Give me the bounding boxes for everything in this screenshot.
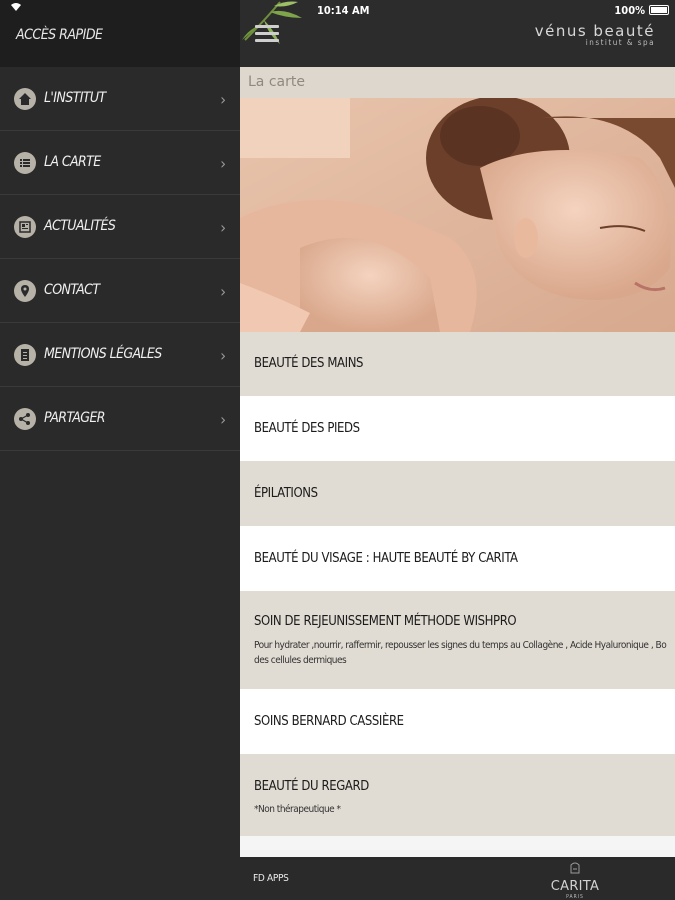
carita-city: PARIS	[566, 894, 584, 900]
brand-logo: vénus beauté institut & spa	[535, 22, 655, 47]
battery-icon	[649, 5, 669, 15]
menu-list: BEAUTÉ DES MAINS BEAUTÉ DES PIEDS ÉPILAT…	[240, 332, 675, 836]
home-icon	[14, 88, 36, 110]
drawer-item-partager[interactable]: PARTAGER ›	[0, 387, 240, 451]
drawer-list: L'INSTITUT › LA CARTE › ACTUALITÉS › CON…	[0, 67, 240, 451]
breadcrumb: La carte	[248, 74, 305, 90]
battery-percent: 100%	[614, 4, 645, 17]
main-panel: vénus beauté institut & spa La carte BEA…	[240, 0, 675, 900]
drawer-item-label: MENTIONS LÉGALES	[44, 346, 162, 362]
menu-item-title: BEAUTÉ DES MAINS	[254, 356, 364, 371]
menu-item-beaute-du-regard[interactable]: BEAUTÉ DU REGARD *Non thérapeutique *	[240, 754, 675, 836]
menu-item-description: des cellules dermiques	[254, 655, 347, 666]
fd-apps-link[interactable]: FD APPS	[253, 873, 289, 884]
menu-item-wishpro[interactable]: SOIN DE REJEUNISSEMENT MÉTHODE WISHPRO P…	[240, 591, 675, 689]
menu-item-title: BEAUTÉ DU VISAGE : HAUTE BEAUTÉ BY CARIT…	[254, 551, 518, 566]
wifi-icon	[10, 2, 22, 15]
drawer-item-label: ACTUALITÉS	[44, 218, 116, 234]
menu-item-beaute-des-pieds[interactable]: BEAUTÉ DES PIEDS	[240, 396, 675, 461]
chevron-right-icon: ›	[220, 154, 226, 173]
drawer-item-mentions-legales[interactable]: MENTIONS LÉGALES ›	[0, 323, 240, 387]
share-icon	[14, 408, 36, 430]
menu-item-description: Pour hydrater ,nourrir, raffermir, repou…	[254, 640, 667, 651]
news-icon	[14, 216, 36, 238]
menu-item-title: ÉPILATIONS	[254, 486, 318, 501]
chevron-right-icon: ›	[220, 282, 226, 301]
carita-logo[interactable]: CARITA PARIS	[540, 859, 610, 900]
menu-item-bernard-cassiere[interactable]: SOINS BERNARD CASSIÈRE	[240, 689, 675, 754]
menu-item-title: SOINS BERNARD CASSIÈRE	[254, 714, 404, 729]
drawer-item-label: LA CARTE	[44, 154, 101, 170]
drawer-item-label: CONTACT	[44, 282, 100, 298]
chevron-right-icon: ›	[220, 90, 226, 109]
menu-item-description: *Non thérapeutique *	[254, 804, 341, 815]
drawer-item-contact[interactable]: CONTACT ›	[0, 259, 240, 323]
menu-item-title: BEAUTÉ DES PIEDS	[254, 421, 360, 436]
status-time: 10:14 AM	[317, 4, 370, 17]
chevron-right-icon: ›	[220, 346, 226, 365]
drawer-title: ACCÈS RAPIDE	[16, 27, 103, 43]
carita-name: CARITA	[550, 879, 600, 894]
list-icon	[14, 152, 36, 174]
drawer-item-actualites[interactable]: ACTUALITÉS ›	[0, 195, 240, 259]
menu-item-title: BEAUTÉ DU REGARD	[254, 779, 369, 794]
drawer-item-institut[interactable]: L'INSTITUT ›	[0, 67, 240, 131]
drawer-item-label: L'INSTITUT	[44, 90, 106, 106]
breadcrumb-bar: La carte	[240, 67, 675, 98]
drawer-item-la-carte[interactable]: LA CARTE ›	[0, 131, 240, 195]
drawer-item-label: PARTAGER	[44, 410, 106, 426]
chevron-right-icon: ›	[220, 410, 226, 429]
menu-toggle-button[interactable]	[255, 25, 279, 45]
document-icon	[14, 344, 36, 366]
location-pin-icon	[14, 280, 36, 302]
menu-item-beaute-des-mains[interactable]: BEAUTÉ DES MAINS	[240, 332, 675, 396]
status-bar: 10:14 AM 100%	[0, 0, 675, 20]
bottom-bar: FD APPS CARITA PARIS	[240, 857, 675, 900]
menu-item-title: SOIN DE REJEUNISSEMENT MÉTHODE WISHPRO	[254, 614, 517, 629]
menu-item-epilations[interactable]: ÉPILATIONS	[240, 461, 675, 526]
navigation-drawer: ACCÈS RAPIDE L'INSTITUT › LA CARTE › ACT…	[0, 0, 240, 900]
hero-image	[240, 98, 675, 332]
menu-item-beaute-du-visage[interactable]: BEAUTÉ DU VISAGE : HAUTE BEAUTÉ BY CARIT…	[240, 526, 675, 591]
chevron-right-icon: ›	[220, 218, 226, 237]
crest-icon	[570, 862, 580, 874]
